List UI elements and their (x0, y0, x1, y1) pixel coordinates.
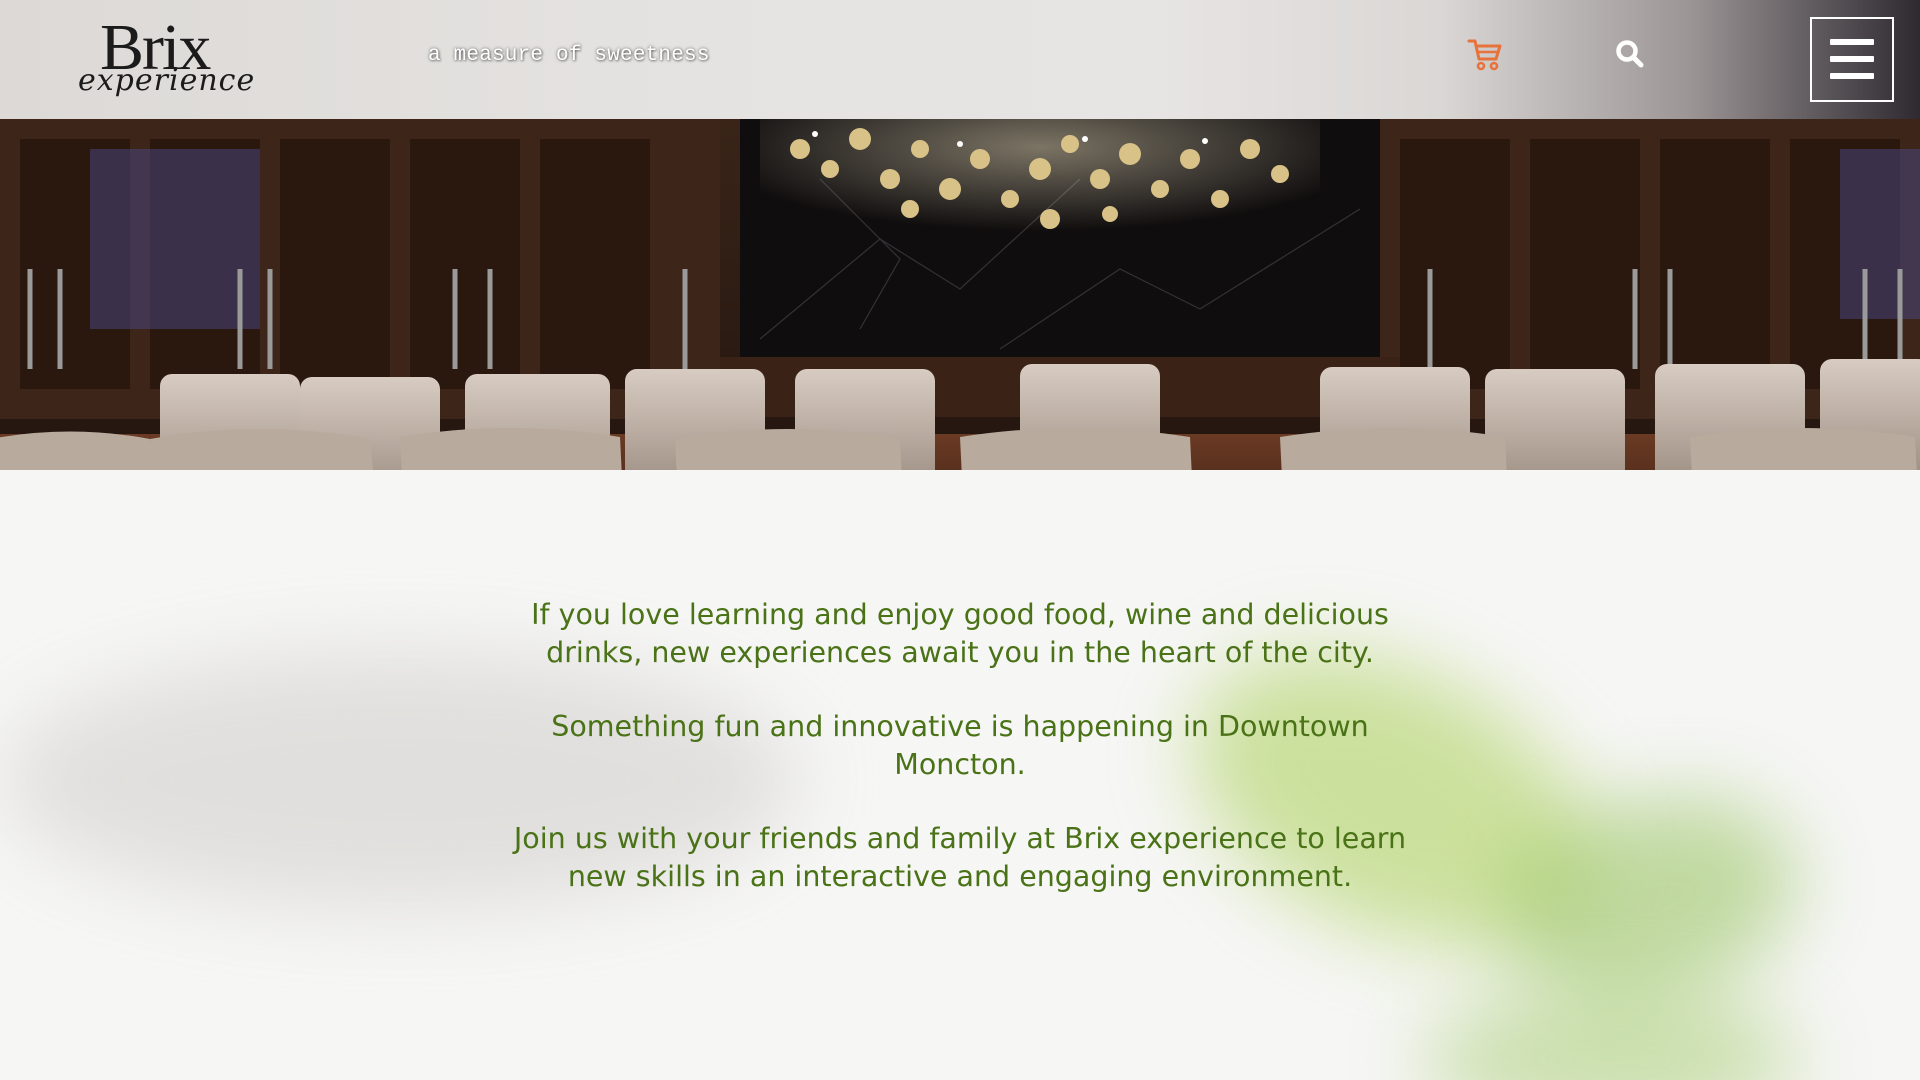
hamburger-menu-button[interactable] (1810, 17, 1894, 102)
intro-paragraph-3: Join us with your friends and family at … (513, 822, 1407, 893)
brix-logo[interactable]: Brix experience (78, 12, 256, 102)
search-button[interactable] (1614, 38, 1646, 70)
intro-section: If you love learning and enjoy good food… (0, 470, 1920, 1080)
blurred-leaf-decoration (1420, 990, 1800, 1080)
logo-subtitle: experience (78, 63, 256, 98)
tagline: a measure of sweetness (428, 44, 710, 67)
search-icon (1616, 40, 1644, 68)
cart-button[interactable] (1466, 34, 1506, 74)
site-header: Brix experience a measure of sweetness (0, 0, 1920, 119)
intro-paragraph-1: If you love learning and enjoy good food… (531, 598, 1389, 669)
cart-icon (1467, 39, 1502, 71)
intro-text: If you love learning and enjoy good food… (500, 596, 1420, 932)
intro-paragraph-2: Something fun and innovative is happenin… (551, 710, 1369, 781)
torn-edge-divider (0, 484, 1920, 540)
